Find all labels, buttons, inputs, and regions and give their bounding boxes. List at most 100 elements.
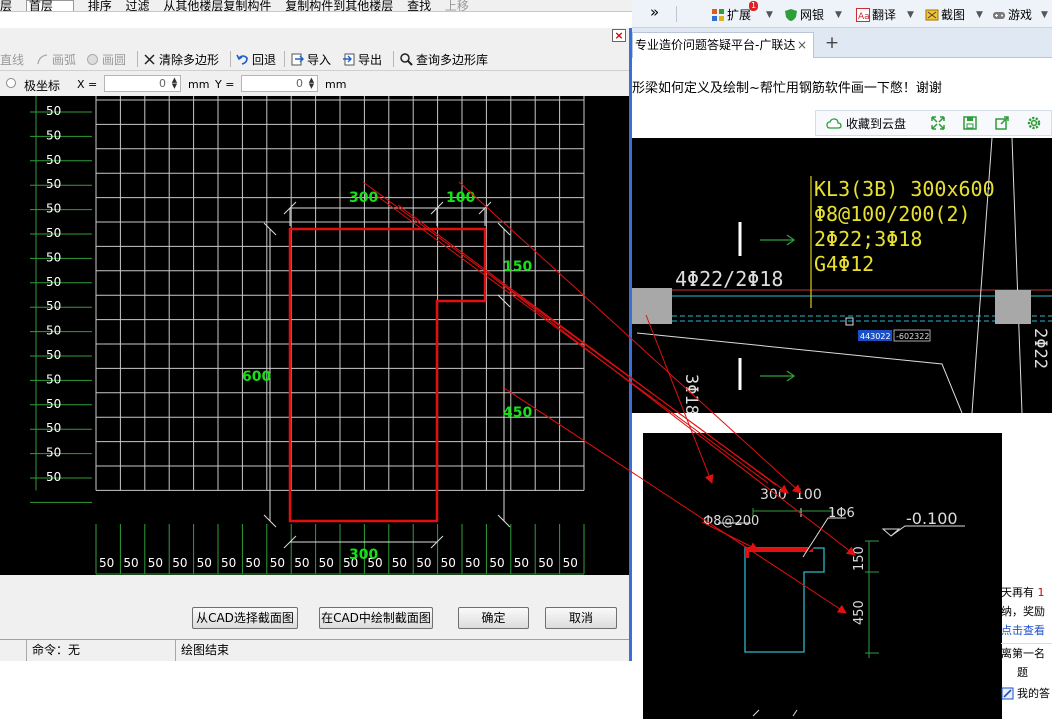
y-label: Y = [215, 78, 235, 91]
y-spinner-icon[interactable]: ▲ ▼ [307, 77, 316, 90]
rebar-label: 2Φ22;3Φ18 [814, 227, 922, 251]
dialog-close-button[interactable]: × [612, 29, 626, 42]
chevron-down-icon[interactable]: ▼ [907, 10, 914, 20]
sketch-dim-450: 450 [852, 600, 867, 625]
find-button[interactable]: 查找 [407, 0, 431, 11]
grid-drawing[interactable]: 50 50 50 50 50 50 50 50 50 50 50 50 50 50 50 50 50 50 50 50… [0, 96, 629, 575]
export-label: 导出 [358, 53, 383, 67]
ruler-left-label: 50 [46, 226, 61, 240]
move-up-button[interactable]: 上移 [445, 0, 469, 11]
save-to-cloud-button[interactable]: 收藏到云盘 [826, 115, 906, 132]
gamepad-icon [992, 8, 1005, 21]
save-icon[interactable] [961, 114, 979, 132]
screen: 层 首层 排序 过滤 从其他楼层复制构件 复制构件到其他楼层 查找 上移 × 直… [0, 0, 1052, 719]
line-tool-label: 直线 [0, 53, 25, 67]
tab-close-icon[interactable]: × [797, 33, 807, 57]
extensions-button[interactable]: 扩展 1 ▼ [711, 1, 773, 23]
chevron-down-icon[interactable]: ▼ [835, 10, 842, 20]
games-label: 游戏 [1008, 8, 1033, 22]
toolbar-divider [284, 51, 285, 67]
y-value: 0 [296, 77, 303, 90]
extensions-label: 扩展 [727, 8, 752, 22]
import-button[interactable]: 导入 [291, 51, 331, 68]
circle-tool[interactable]: 画圆 [86, 51, 126, 68]
arc-tool[interactable]: 画弧 [36, 51, 76, 68]
view-link[interactable]: 点击查看 [1001, 621, 1052, 640]
sidebar-snippet: 天再有 1 纳，奖励 点击查看 离第一名 题 我的答 [1001, 583, 1052, 719]
bank-button[interactable]: 网银 ▼ [784, 6, 842, 23]
cad-beam-screenshot: KL3(3B) 300x600 Φ8@100/200(2) 2Φ22;3Φ18 … [632, 137, 1052, 415]
chevron-down-icon[interactable]: ▼ [1041, 10, 1048, 20]
ruler-left-label: 50 [46, 470, 61, 484]
save-to-cloud-label: 收藏到云盘 [846, 117, 907, 131]
active-tab[interactable]: 专业造价问题答疑平台-广联达 × [632, 32, 814, 58]
select-from-cad-button[interactable]: 从CAD选择截面图 [192, 607, 298, 629]
translate-label: 翻译 [872, 8, 897, 22]
translate-icon: Aa [856, 8, 870, 22]
svg-text:Aa: Aa [858, 12, 870, 22]
layer-label: 层 [0, 0, 13, 12]
y-unit: mm [325, 78, 347, 91]
ruler-bottom-label: 50 [465, 556, 480, 570]
ruler-bottom-label: 50 [148, 556, 163, 570]
draw-in-cad-button[interactable]: 在CAD中绘制截面图 [319, 607, 433, 629]
cad-input-b: -602322 [896, 332, 929, 341]
bank-label: 网银 [800, 8, 825, 22]
sort-button[interactable]: 排序 [88, 0, 112, 11]
browser-toolbar: » 扩展 1 ▼ 网银 ▼ Aa 翻译 ▼ 截图 ▼ 游戏 ▼ [632, 0, 1052, 28]
undo-label: 回退 [252, 53, 277, 67]
share-icon[interactable] [993, 114, 1011, 132]
query-polygon-library-button[interactable]: 查询多边形库 [400, 51, 488, 68]
x-input[interactable]: 0 ▲ ▼ [104, 75, 181, 92]
my-answers-label: 我的答 [1017, 687, 1050, 700]
dimension-top-right: 100 [446, 190, 475, 206]
screenshot-button[interactable]: 截图 ▼ [925, 6, 983, 23]
scissors-icon [925, 8, 939, 21]
copy-to-floor-button[interactable]: 复制构件到其他楼层 [285, 0, 393, 11]
cloud-icon [826, 117, 842, 130]
sketch-rebar-1: 1Φ6 [828, 506, 855, 521]
ruler-bottom-label: 50 [270, 556, 285, 570]
chevron-down-icon[interactable]: ▼ [766, 10, 773, 20]
stirrup-label: Φ8@100/200(2) [814, 202, 971, 226]
circle-icon [86, 53, 99, 66]
polar-radio[interactable] [6, 78, 16, 88]
chevron-down-icon[interactable]: ▼ [976, 10, 983, 20]
editor-toolbar: 直线 画弧 画圆 清除多边形 回退 导入 导出 查询多边形库 [0, 46, 629, 71]
browser-tab-bar: 专业造价问题答疑平台-广联达 × + [632, 28, 1052, 58]
import-icon [291, 53, 304, 66]
translate-button[interactable]: Aa 翻译 ▼ [856, 6, 914, 23]
search-icon [400, 53, 413, 66]
snippet-line: 离第一名 [1001, 643, 1052, 663]
ruler-left-label: 50 [46, 250, 61, 264]
x-spinner-icon[interactable]: ▲ ▼ [170, 77, 179, 90]
cancel-button[interactable]: 取消 [545, 607, 617, 629]
ok-button[interactable]: 确定 [458, 607, 529, 629]
more-button[interactable]: » [650, 3, 659, 21]
query-polygon-library-label: 查询多边形库 [416, 53, 489, 67]
new-tab-button[interactable]: + [822, 34, 842, 54]
ruler-bottom-label: 50 [441, 556, 456, 570]
line-tool[interactable]: 直线 [0, 51, 24, 68]
games-button[interactable]: 游戏 ▼ [992, 6, 1048, 23]
side-rebar-label: G4Φ12 [814, 252, 874, 276]
gear-icon[interactable] [1025, 114, 1043, 132]
undo-icon [236, 53, 249, 66]
fullscreen-icon[interactable] [929, 114, 947, 132]
copy-from-floor-button[interactable]: 从其他楼层复制构件 [163, 0, 271, 11]
import-label: 导入 [307, 53, 332, 67]
ruler-bottom-label: 50 [563, 556, 578, 570]
my-answers-link[interactable]: 我的答 [1001, 684, 1052, 703]
y-input[interactable]: 0 ▲ ▼ [241, 75, 318, 92]
layer-select[interactable]: 首层 [25, 0, 74, 11]
filter-button[interactable]: 过滤 [126, 0, 150, 11]
ruler-left-label: 50 [46, 275, 61, 289]
clear-polygon-button[interactable]: 清除多边形 [143, 51, 219, 68]
export-button[interactable]: 导出 [342, 51, 382, 68]
toolbar-divider [137, 51, 138, 67]
cad-input-a: 443022 [860, 332, 891, 341]
clear-polygon-label: 清除多边形 [159, 53, 220, 67]
drawing-canvas[interactable]: 50 50 50 50 50 50 50 50 50 50 50 50 50 50 50 50 50 50 50 50… [0, 96, 629, 575]
app-toolbar-strip: 层 首层 排序 过滤 从其他楼层复制构件 复制构件到其他楼层 查找 上移 [0, 0, 632, 12]
undo-button[interactable]: 回退 [236, 51, 276, 68]
